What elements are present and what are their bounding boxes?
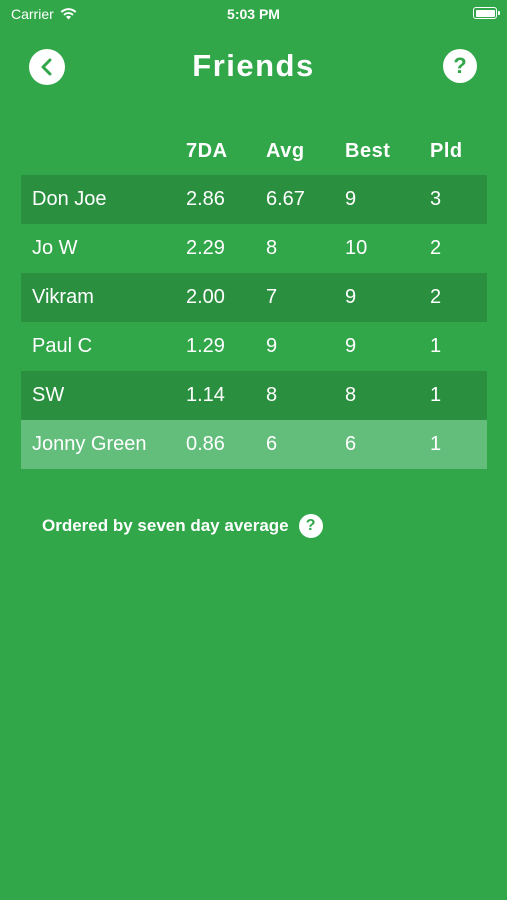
cell-7da: 2.29: [186, 237, 225, 259]
column-header-best: Best: [345, 140, 391, 162]
ordering-note: Ordered by seven day average ?: [42, 514, 323, 538]
cell-avg: 6.67: [266, 188, 305, 210]
cell-best: 10: [345, 237, 368, 259]
cell-best: 9: [345, 286, 357, 308]
ordering-note-text: Ordered by seven day average: [42, 516, 289, 535]
cell-7da: 0.86: [186, 433, 225, 455]
cell-7da: 1.14: [186, 384, 225, 406]
cell-best: 8: [345, 384, 357, 406]
table-row[interactable]: Don Joe 2.86 6.67 9 3: [21, 175, 487, 224]
question-mark-icon: ?: [305, 517, 316, 534]
cell-7da: 1.29: [186, 335, 225, 357]
battery-icon: [473, 7, 500, 19]
battery-level: [475, 9, 495, 17]
table-row[interactable]: Jo W 2.29 8 10 2: [21, 224, 487, 273]
cell-avg: 9: [266, 335, 278, 357]
cell-name: Paul C: [32, 335, 93, 357]
cell-pld: 1: [430, 433, 442, 455]
cell-avg: 7: [266, 286, 278, 308]
cell-best: 9: [345, 188, 357, 210]
cell-avg: 8: [266, 237, 278, 259]
cell-name: Don Joe: [32, 188, 107, 210]
cell-7da: 2.86: [186, 188, 225, 210]
cell-best: 6: [345, 433, 357, 455]
column-header-7da: 7DA: [186, 140, 228, 162]
column-header-avg: Avg: [266, 140, 305, 162]
cell-7da: 2.00: [186, 286, 225, 308]
table-header: 7DA Avg Best Pld: [21, 137, 487, 167]
cell-pld: 1: [430, 384, 442, 406]
cell-name: Jo W: [32, 237, 78, 259]
cell-name: Vikram: [32, 286, 94, 308]
table-row[interactable]: SW 1.14 8 8 1: [21, 371, 487, 420]
cell-avg: 8: [266, 384, 278, 406]
cell-avg: 6: [266, 433, 278, 455]
cell-best: 9: [345, 335, 357, 357]
table-row[interactable]: Vikram 2.00 7 9 2: [21, 273, 487, 322]
cell-pld: 1: [430, 335, 442, 357]
column-header-pld: Pld: [430, 140, 463, 162]
help-button[interactable]: ?: [443, 49, 477, 83]
ordering-help-button[interactable]: ?: [298, 514, 323, 538]
question-mark-icon: ?: [453, 53, 467, 78]
cell-pld: 3: [430, 188, 442, 210]
status-time: 5:03 PM: [227, 6, 280, 22]
table-row[interactable]: Paul C 1.29 9 9 1: [21, 322, 487, 371]
cell-name: Jonny Green: [32, 433, 147, 455]
table-row-current-user[interactable]: Jonny Green 0.86 6 6 1: [21, 420, 487, 469]
cell-pld: 2: [430, 286, 442, 308]
cell-name: SW: [32, 384, 65, 406]
page-title: Friends: [192, 48, 315, 83]
cell-pld: 2: [430, 237, 442, 259]
status-bar: Carrier 5:03 PM: [0, 0, 507, 30]
